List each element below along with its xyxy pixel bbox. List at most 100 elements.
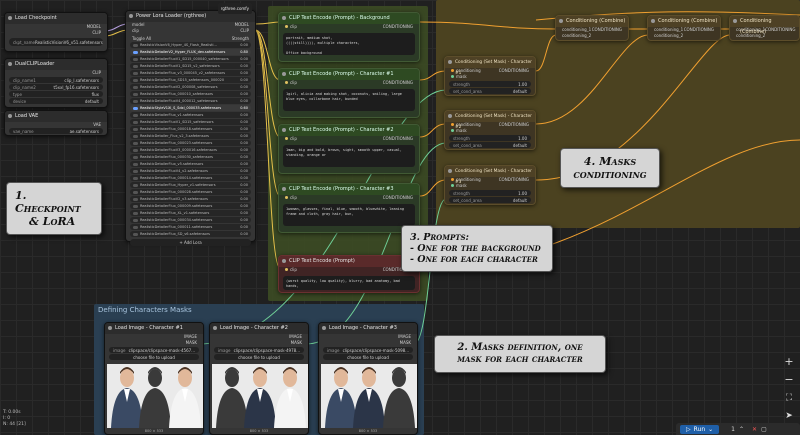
cond-area-widget[interactable]: set_cond_area default	[449, 88, 531, 94]
vae-name-widget[interactable]: vae_name ae.safetensors	[9, 128, 103, 134]
lora-toggle[interactable]	[133, 148, 138, 152]
pointer-icon[interactable]: ➤	[782, 409, 796, 423]
lora-strength[interactable]: 0.00	[240, 204, 248, 208]
lora-row[interactable]: RealisticStyleV1Xl_S_Sdxl_000035.safeten…	[130, 105, 251, 111]
stop-icon[interactable]: ▢	[761, 426, 767, 433]
lora-strength[interactable]: 0.00	[240, 211, 248, 215]
lora-strength[interactable]: 0.00	[240, 225, 248, 229]
prompt-conditioning-output[interactable]: CONDITIONING	[383, 24, 413, 30]
lora-toggle[interactable]	[133, 78, 138, 82]
combine-node[interactable]: Conditioning (Combine)conditioning_1COND…	[729, 15, 800, 41]
lora-row[interactable]: RealisticDetailerV2_Hyper_FLUX_dev.safet…	[130, 49, 251, 55]
lora-strength[interactable]: 0.00	[240, 148, 248, 152]
power-lora-loader-node[interactable]: Power Lora Loader (rgthree) rgthree.comf…	[125, 3, 256, 246]
lora-row[interactable]: RealisticDetailerFlux_v1.safetensors 0.00	[130, 112, 251, 118]
clip-name2-widget[interactable]: clip_name2 t5xxl_fp16.safetensors	[9, 84, 103, 90]
load-vae-node[interactable]: Load VAE VAE vae_name ae.safetensors	[4, 110, 108, 136]
lora-toggle[interactable]	[133, 120, 138, 124]
lora-strength[interactable]: 0.00	[240, 127, 248, 131]
prompt-node[interactable]: CLIP Text Encode (Prompt) - Character #3…	[278, 183, 420, 233]
lora-strength[interactable]: 0.00	[240, 183, 248, 187]
batch-count[interactable]: 1	[731, 426, 735, 433]
lora-row[interactable]: RealisticDetailerFlux_SD15_safetensors_0…	[130, 77, 251, 83]
lora-row[interactable]: RealisticDetailerFluxV1_SD15_safetensors…	[130, 119, 251, 125]
lora-row[interactable]: RealisticDetailerFluxV4_000012_safetenso…	[130, 98, 251, 104]
lora-toggle[interactable]	[133, 85, 138, 89]
zoom-in-icon[interactable]: +	[782, 355, 796, 369]
lora-toggle[interactable]	[133, 64, 138, 68]
strength-widget[interactable]: strength 1.00	[449, 81, 531, 87]
load-image-node[interactable]: Load Image - Character #2 IMAGE MASK image c…	[209, 322, 309, 435]
lora-strength[interactable]: 0.00	[240, 155, 248, 159]
lora-toggle[interactable]	[133, 232, 138, 236]
close-icon[interactable]: ✕	[752, 426, 757, 433]
lora-toggle[interactable]	[133, 225, 138, 229]
lora-strength[interactable]: 0.00	[240, 92, 248, 96]
lora-row[interactable]: RealisticDetailerFluxV2_000008_safetenso…	[130, 84, 251, 90]
lora-toggle[interactable]	[133, 106, 138, 110]
lora-row[interactable]: RealisticDetailerFlux_XL_v1.safetensors 0…	[130, 210, 251, 216]
lora-strength[interactable]: 0.00	[240, 162, 248, 166]
lora-row[interactable]: RealisticVisionV6_Hyper_4S_Flash_Realist…	[130, 42, 251, 48]
lora-row[interactable]: RealisticDetailerFlux_000009.safetensors…	[130, 203, 251, 209]
lora-row[interactable]: RealisticDetailerFluxV1_SD15_000040_safe…	[130, 56, 251, 62]
combine-node[interactable]: Conditioning (Combine)conditioning_1COND…	[555, 15, 629, 41]
lora-toggle[interactable]	[133, 176, 138, 180]
lora-row[interactable]: RealisticDetailerFlux_000030_safetensors…	[130, 154, 251, 160]
lora-strength[interactable]: 0.00	[240, 176, 248, 180]
lora-toggle[interactable]	[133, 113, 138, 117]
cond-area-widget[interactable]: set_cond_area default	[449, 142, 531, 148]
ckpt-name-widget[interactable]: ckpt_name RealisticVisionV6_v51.safetenso…	[9, 38, 103, 46]
combine-node[interactable]: Conditioning (Combine)conditioning_1COND…	[647, 15, 721, 41]
clip-name1-widget[interactable]: clip_name1 clip_l.safetensors	[9, 77, 103, 83]
lora-strength[interactable]: 0.00	[240, 197, 248, 201]
prompt-node[interactable]: CLIP Text Encode (Prompt) - Character #1…	[278, 68, 420, 118]
toggle-all[interactable]: Toggle All	[132, 36, 151, 42]
chevron-up-icon[interactable]: ⌃	[739, 426, 744, 433]
mask-output[interactable]: MASK	[400, 340, 411, 346]
lora-strength[interactable]: 0.00	[240, 85, 248, 89]
lora-row[interactable]: RealisticDetailerFlux_Hyper_v1.safetenso…	[130, 182, 251, 188]
mask-output[interactable]: MASK	[291, 340, 302, 346]
lora-row[interactable]: RealisticDetailerFlux_000010_safetensors…	[130, 91, 251, 97]
cond-area-widget[interactable]: set_cond_area default	[449, 197, 531, 203]
lora-toggle[interactable]	[133, 183, 138, 187]
image-file-widget[interactable]: image clipspace/clipspace-mask-5098...	[323, 347, 413, 353]
lora-row[interactable]: RealisticDetailerFlux_000011.safetensors…	[130, 224, 251, 230]
lora-strength[interactable]: 0.60	[240, 106, 248, 110]
clip-device-widget[interactable]: device default	[9, 98, 103, 104]
prompt-conditioning-output[interactable]: CONDITIONING	[383, 195, 413, 201]
lora-toggle[interactable]	[133, 155, 138, 159]
combine-output[interactable]: CONDITIONING	[592, 27, 622, 33]
upload-button[interactable]: choose file to upload	[214, 354, 304, 360]
combine-input-2[interactable]: conditioning_2	[562, 33, 591, 39]
lora-row[interactable]: RealisticDetailerFluxV3_000016.safetenso…	[130, 147, 251, 153]
lora-row[interactable]: RealisticDetailerFlux_SD_v6.safetensors 0…	[130, 231, 251, 237]
prompt-node[interactable]: CLIP Text Encode (Prompt) - Background cl…	[278, 12, 420, 62]
lora-strength[interactable]: 0.00	[240, 120, 248, 124]
lora-row[interactable]: RealisticDetailer_Flux_v2_3.safetensors 0…	[130, 133, 251, 139]
image-file-widget[interactable]: image clipspace/clipspace-mask-4567...	[109, 347, 199, 353]
lora-strength[interactable]: 0.00	[240, 218, 248, 222]
load-image-node[interactable]: Load Image - Character #3 IMAGE MASK image c…	[318, 322, 418, 435]
lora-strength[interactable]: 0.00	[240, 232, 248, 236]
lora-row[interactable]: RealisticDetailerFlux_000028.safetensors…	[130, 189, 251, 195]
vae-output[interactable]: VAE	[93, 122, 101, 127]
prompt-text[interactable]: (worst quality, low quality), blurry, ba…	[283, 276, 415, 290]
prompt-node[interactable]: CLIP Text Encode (Prompt) - Character #2…	[278, 124, 420, 174]
lora-toggle[interactable]	[133, 141, 138, 145]
lora-toggle[interactable]	[133, 50, 138, 54]
lora-toggle[interactable]	[133, 197, 138, 201]
prompt-conditioning-output[interactable]: CONDITIONING	[383, 80, 413, 86]
strength-widget[interactable]: strength 1.00	[449, 190, 531, 196]
lora-strength[interactable]: 0.80	[240, 50, 248, 54]
load-checkpoint-node[interactable]: Load Checkpoint MODEL CLIP ckpt_name Real…	[4, 12, 108, 52]
lora-strength[interactable]: 0.00	[240, 134, 248, 138]
prompt-clip-input[interactable]: clip	[285, 267, 297, 273]
set-mask-output[interactable]: CONDITIONING	[499, 68, 529, 74]
lora-toggle[interactable]	[133, 99, 138, 103]
lora-row[interactable]: RealisticDetailerFluxV2_v3.safetensors 0.…	[130, 196, 251, 202]
lora-toggle[interactable]	[133, 190, 138, 194]
set-mask-output[interactable]: CONDITIONING	[499, 177, 529, 183]
lora-row[interactable]: RealisticDetailerFlux_000034.safetensors…	[130, 217, 251, 223]
